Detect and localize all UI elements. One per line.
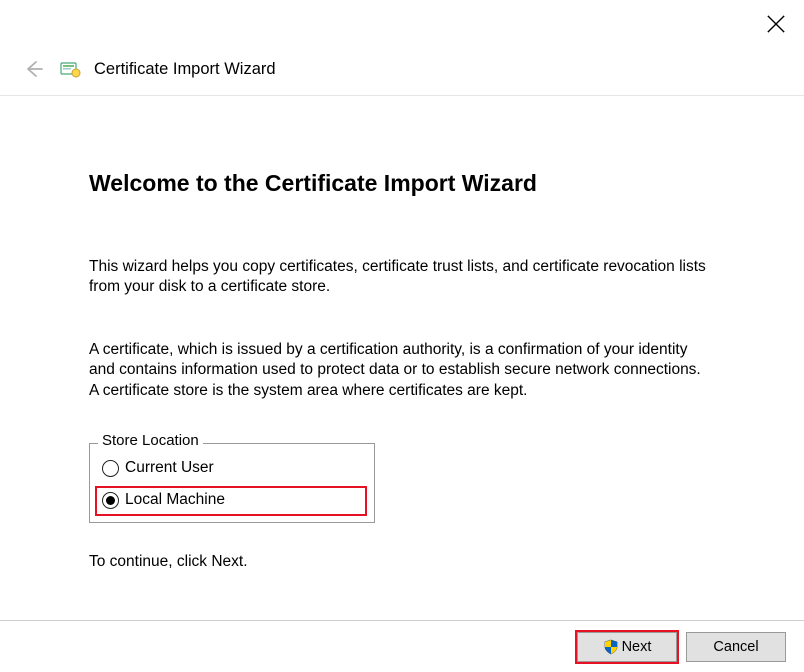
wizard-content: Welcome to the Certificate Import Wizard… — [0, 96, 804, 571]
back-arrow-icon — [22, 57, 46, 81]
certificate-icon — [58, 57, 82, 81]
store-location-group: Store Location Current User Local Machin… — [89, 443, 744, 523]
wizard-header: Certificate Import Wizard — [0, 0, 804, 96]
radio-local-machine[interactable]: Local Machine — [95, 486, 367, 516]
radio-icon — [102, 492, 119, 509]
next-button[interactable]: Next — [577, 632, 677, 662]
continue-text: To continue, click Next. — [89, 553, 744, 571]
intro-paragraph-2: A certificate, which is issued by a cert… — [89, 340, 709, 401]
store-location-legend: Store Location — [98, 432, 203, 449]
wizard-footer: Next Cancel — [0, 620, 804, 672]
close-icon — [762, 10, 790, 38]
radio-current-user[interactable]: Current User — [102, 454, 362, 484]
cancel-button-label: Cancel — [713, 639, 758, 655]
uac-shield-icon — [603, 639, 619, 655]
back-button[interactable] — [22, 57, 46, 81]
wizard-title: Certificate Import Wizard — [94, 60, 276, 79]
certificate-import-wizard-window: Certificate Import Wizard Welcome to the… — [0, 0, 804, 672]
radio-label: Local Machine — [125, 491, 225, 509]
radio-icon — [102, 460, 119, 477]
radio-label: Current User — [125, 459, 214, 477]
cancel-button[interactable]: Cancel — [686, 632, 786, 662]
close-button[interactable] — [762, 10, 790, 38]
next-button-label: Next — [622, 639, 652, 655]
page-heading: Welcome to the Certificate Import Wizard — [89, 170, 744, 197]
intro-paragraph-1: This wizard helps you copy certificates,… — [89, 257, 709, 298]
